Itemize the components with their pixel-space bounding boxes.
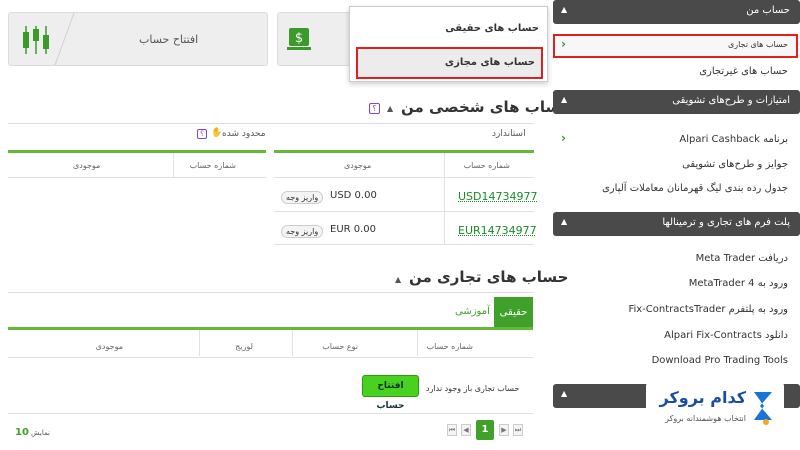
pager-prev-icon[interactable]: ◀ xyxy=(461,424,471,436)
col-trading-account-number: شماره حساب xyxy=(426,342,473,351)
check-icon: › xyxy=(561,131,566,145)
tab-demo[interactable]: آموزشی xyxy=(455,306,490,317)
sidebar-item-pro-trading-tools[interactable]: Download Pro Trading Tools xyxy=(652,355,788,366)
sidebar-item-league-table[interactable]: جدول رده بندی لیگ قهرمانان معاملات آلپار… xyxy=(602,183,788,194)
chevron-up-icon: ▲ xyxy=(561,5,568,14)
watermark-tagline: انتخاب هوشمندانه بروکر xyxy=(665,414,746,423)
brand-logo-icon xyxy=(754,392,772,425)
balance-usd: USD 0.00 xyxy=(330,190,377,201)
sidebar-item-bonuses[interactable]: جوایز و طرح‌های تشویقی xyxy=(682,159,788,170)
sidebar-header-platforms[interactable]: ▲ پلت فرم های تجاری و ترمینالها xyxy=(553,212,800,236)
balance-eur: EUR 0.00 xyxy=(330,224,377,235)
show-label: نمایش xyxy=(31,429,51,437)
personal-divider xyxy=(8,123,533,124)
sidebar-header-rewards[interactable]: ▲ امتیازات و طرح‌های تشویقی xyxy=(553,90,800,114)
sidebar-item-get-metatrader[interactable]: دریافت Meta Trader xyxy=(696,253,788,264)
collapse-arrow-icon[interactable]: ▲ xyxy=(387,104,393,113)
col-account-type: نوع حساب xyxy=(322,342,358,351)
check-icon: › xyxy=(561,37,566,51)
limited-accounts-table: شماره حساب موجودی xyxy=(8,150,266,178)
pager-next-icon[interactable]: ▶ xyxy=(499,424,509,436)
pager-last-icon[interactable]: ⏮ xyxy=(447,424,457,436)
trading-divider xyxy=(8,292,533,293)
sidebar-item-non-trading-accounts[interactable]: حساب های غیرتجاری xyxy=(699,66,788,77)
sidebar-item-login-mt4[interactable]: ورود به MetaTrader 4 xyxy=(689,278,788,289)
menu-item-demo-accounts[interactable]: حساب های مجازی xyxy=(445,57,535,68)
help-icon[interactable]: ؟ xyxy=(369,103,380,114)
menu-item-demo-highlight[interactable]: حساب های مجازی xyxy=(356,47,543,79)
col-account-number: شماره حساب xyxy=(463,161,510,170)
show-count[interactable]: 10 xyxy=(15,427,29,438)
help-icon-limited[interactable]: ؟ xyxy=(197,129,207,139)
chevron-up-icon: ▲ xyxy=(561,95,568,104)
open-account-card[interactable]: افتتاح حساب xyxy=(8,12,268,66)
sidebar-item-cashback[interactable]: برنامه Alpari Cashback xyxy=(679,134,788,145)
svg-text:$: $ xyxy=(295,31,303,46)
menu-item-real-accounts[interactable]: حساب های حقیقی xyxy=(445,23,539,34)
col-account-number-limited: شماره حساب xyxy=(189,161,236,170)
col-balance: موجودی xyxy=(344,161,372,170)
sidebar-item-trading-accounts[interactable]: حساب های تجاری xyxy=(728,40,788,49)
tab-real[interactable]: حقیقی xyxy=(494,297,533,329)
no-trading-accounts-text: حساب تجاری باز وجود ندارد xyxy=(426,384,520,393)
chevron-up-icon: ▲ xyxy=(561,217,568,226)
watermark-logo: کدام بروکر انتخاب هوشمندانه بروکر xyxy=(646,382,784,432)
personal-accounts-title: حساب های شخصی من xyxy=(401,98,572,116)
sidebar-item-download-fix-contracts[interactable]: دانلود Alpari Fix-Contracts xyxy=(664,330,788,341)
standard-accounts-table: شماره حساب موجودی USD14734977 USD 0.00 و… xyxy=(274,150,538,245)
collapse-arrow-trading-icon[interactable]: ▲ xyxy=(395,275,401,284)
money-deposit-icon: $ xyxy=(287,28,311,50)
open-account-label: افتتاح حساب xyxy=(139,33,199,46)
trading-accounts-title: حساب های تجاری من xyxy=(409,268,569,286)
watermark-brand: کدام بروکر xyxy=(659,388,747,407)
col-balance-limited: موجودی xyxy=(73,161,101,170)
account-link-eur[interactable]: EUR14734977 xyxy=(458,224,537,237)
col-trading-balance: موجودی xyxy=(95,342,123,351)
open-trading-account-button[interactable]: افتتاح حساب xyxy=(362,375,419,411)
hand-icon: ✋ xyxy=(211,128,223,138)
sidebar-item-login-fix-contracts[interactable]: ورود به پلتفرم Fix-ContractsTrader xyxy=(628,304,788,315)
sidebar-header-my-account[interactable]: ▲ حساب من xyxy=(553,0,800,24)
limited-label: محدود شده xyxy=(222,129,266,139)
pager-current-page[interactable]: 1 xyxy=(476,420,494,440)
pager-first-icon[interactable]: ⏭ xyxy=(513,424,523,436)
chevron-up-icon: ▲ xyxy=(561,389,568,398)
candlestick-chart-icon xyxy=(23,26,49,54)
account-link-usd[interactable]: USD14734977 xyxy=(458,190,538,203)
standard-label: استاندارد xyxy=(492,129,526,139)
accounts-card[interactable]: $ xyxy=(277,12,352,66)
deposit-button-usd[interactable]: واریز وجه xyxy=(281,191,324,204)
col-leverage: لوریج xyxy=(235,342,253,351)
deposit-button-eur[interactable]: واریز وجه xyxy=(281,225,324,238)
accounts-dropdown: حساب های حقیقی حساب های مجازی xyxy=(349,6,548,82)
